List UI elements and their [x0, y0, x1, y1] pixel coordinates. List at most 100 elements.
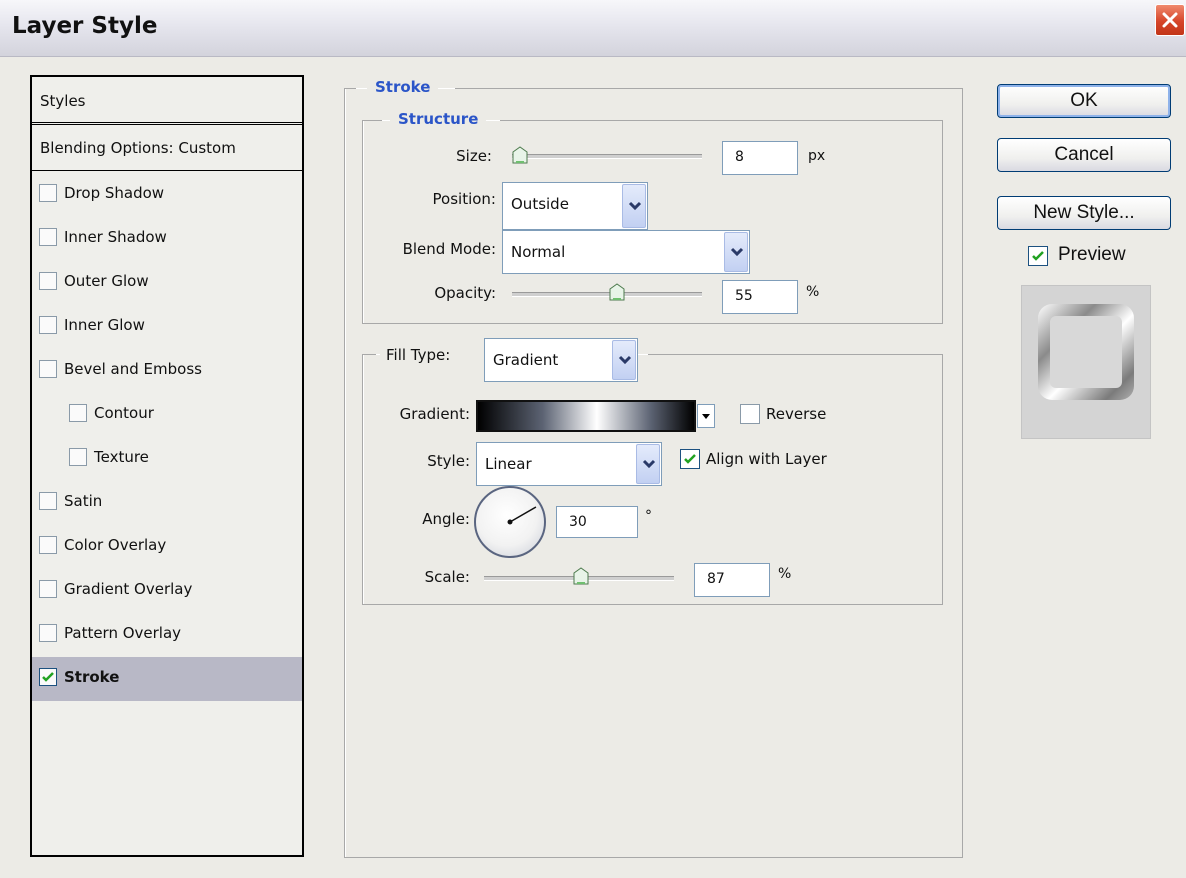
style-value: Linear — [485, 455, 532, 473]
style-checkbox[interactable] — [69, 404, 87, 422]
new-style-button[interactable]: New Style... — [997, 196, 1171, 230]
styles-header[interactable]: Styles — [32, 77, 302, 125]
gradient-picker-arrow[interactable] — [697, 404, 715, 428]
stroke-group-top-line-right — [455, 88, 963, 89]
style-checkbox[interactable] — [39, 580, 57, 598]
scale-input[interactable]: 87 — [694, 563, 770, 597]
scale-unit: % — [778, 566, 792, 582]
fill-type-value: Gradient — [493, 351, 559, 369]
fill-type-select[interactable]: Gradient — [484, 338, 638, 382]
opacity-input[interactable]: 55 — [722, 280, 798, 314]
blend-mode-value: Normal — [511, 243, 566, 261]
scale-value: 87 — [707, 571, 725, 587]
preview-label: Preview — [1058, 244, 1126, 265]
checkmark-icon — [684, 454, 696, 464]
opacity-unit: % — [806, 284, 820, 300]
reverse-checkbox[interactable] — [740, 404, 760, 424]
align-with-layer-label: Align with Layer — [706, 450, 827, 468]
preview-checkbox[interactable] — [1028, 246, 1048, 266]
checkmark-icon — [1032, 251, 1044, 261]
styles-header-label: Styles — [40, 92, 86, 110]
cancel-button[interactable]: Cancel — [997, 138, 1171, 172]
style-checkbox[interactable] — [69, 448, 87, 466]
gradient-label: Gradient: — [399, 405, 470, 423]
structure-title: Structure — [390, 110, 487, 128]
size-unit: px — [808, 148, 826, 164]
position-value: Outside — [511, 195, 569, 213]
style-item-gradient-overlay[interactable]: Gradient Overlay — [32, 569, 302, 613]
style-item-inner-shadow[interactable]: Inner Shadow — [32, 217, 302, 261]
checkmark-icon — [42, 672, 54, 682]
preview-thumbnail — [1021, 285, 1151, 439]
blend-mode-select[interactable]: Normal — [502, 230, 750, 274]
size-label: Size: — [456, 147, 492, 165]
size-slider[interactable] — [512, 154, 702, 159]
blend-mode-label: Blend Mode: — [402, 240, 496, 258]
close-icon[interactable] — [1155, 4, 1185, 36]
style-item-drop-shadow[interactable]: Drop Shadow — [32, 173, 302, 217]
position-select[interactable]: Outside — [502, 182, 648, 230]
scale-label: Scale: — [424, 568, 470, 586]
chevron-down-icon[interactable] — [724, 232, 748, 272]
opacity-slider-thumb[interactable] — [609, 283, 625, 301]
fill-group-top-line — [362, 354, 376, 355]
style-item-label: Bevel and Emboss — [64, 360, 202, 378]
angle-value: 30 — [569, 514, 587, 530]
scale-slider-thumb[interactable] — [573, 567, 589, 585]
opacity-value: 55 — [735, 288, 753, 304]
style-item-label: Stroke — [64, 668, 120, 686]
size-input[interactable]: 8 — [722, 141, 798, 175]
style-item-satin[interactable]: Satin — [32, 481, 302, 525]
style-item-inner-glow[interactable]: Inner Glow — [32, 305, 302, 349]
stroke-title: Stroke — [367, 78, 439, 96]
size-value: 8 — [735, 149, 744, 165]
style-item-pattern-overlay[interactable]: Pattern Overlay — [32, 613, 302, 657]
title-bar: Layer Style — [0, 0, 1186, 57]
style-checkbox[interactable] — [39, 492, 57, 510]
style-item-texture[interactable]: Texture — [32, 437, 302, 481]
angle-indicator-icon — [507, 506, 537, 525]
style-checkbox[interactable] — [39, 624, 57, 642]
blending-options-item[interactable]: Blending Options: Custom — [32, 127, 302, 171]
style-item-label: Gradient Overlay — [64, 580, 193, 598]
angle-dial[interactable] — [474, 486, 546, 558]
styles-list: Styles Blending Options: Custom Drop Sha… — [30, 75, 304, 857]
style-checkbox[interactable] — [39, 360, 57, 378]
align-with-layer-checkbox[interactable] — [680, 449, 700, 469]
style-item-label: Pattern Overlay — [64, 624, 182, 642]
style-checkbox[interactable] — [39, 668, 57, 686]
style-item-contour[interactable]: Contour — [32, 393, 302, 437]
style-item-label: Outer Glow — [64, 272, 149, 290]
chevron-down-icon[interactable] — [612, 340, 636, 380]
ok-button[interactable]: OK — [997, 84, 1171, 118]
angle-input[interactable]: 30 — [556, 506, 638, 538]
style-checkbox[interactable] — [39, 228, 57, 246]
style-item-label: Inner Glow — [64, 316, 145, 334]
gradient-swatch[interactable] — [476, 400, 696, 432]
fill-group-top-line-right — [648, 354, 943, 355]
style-item-label: Satin — [64, 492, 103, 510]
reverse-label: Reverse — [766, 405, 827, 423]
size-slider-thumb[interactable] — [512, 146, 528, 164]
structure-top-line — [362, 120, 382, 121]
style-item-label: Inner Shadow — [64, 228, 167, 246]
style-item-bevel-and-emboss[interactable]: Bevel and Emboss — [32, 349, 302, 393]
chevron-down-icon[interactable] — [636, 444, 660, 484]
style-select[interactable]: Linear — [476, 442, 662, 486]
position-label: Position: — [432, 190, 496, 208]
style-checkbox[interactable] — [39, 536, 57, 554]
style-checkbox[interactable] — [39, 184, 57, 202]
style-checkbox[interactable] — [39, 272, 57, 290]
angle-unit: ° — [645, 508, 652, 524]
style-label: Style: — [427, 452, 470, 470]
style-item-color-overlay[interactable]: Color Overlay — [32, 525, 302, 569]
blending-options-label: Blending Options: Custom — [40, 139, 236, 157]
stroke-group-top-line — [344, 88, 356, 89]
chevron-down-icon[interactable] — [622, 184, 646, 228]
style-item-outer-glow[interactable]: Outer Glow — [32, 261, 302, 305]
style-item-label: Texture — [94, 448, 149, 466]
style-item-label: Drop Shadow — [64, 184, 165, 202]
style-item-stroke[interactable]: Stroke — [32, 657, 302, 701]
style-checkbox[interactable] — [39, 316, 57, 334]
opacity-slider[interactable] — [512, 292, 702, 297]
